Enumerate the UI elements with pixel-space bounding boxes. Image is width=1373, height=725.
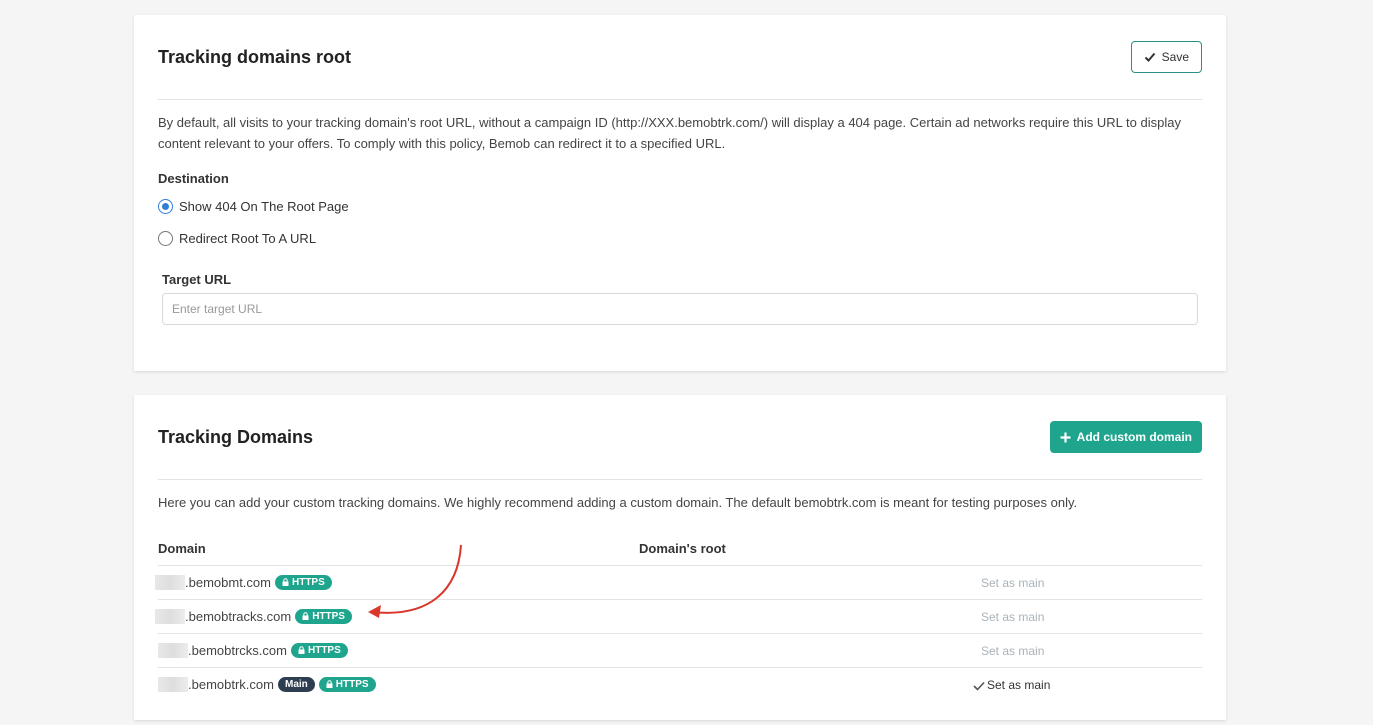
save-button[interactable]: Save [1130, 41, 1202, 73]
radio-redirect-root-label: Redirect Root To A URL [179, 230, 317, 246]
lock-icon [326, 680, 333, 689]
column-header-domain: Domain [158, 533, 639, 566]
https-badge: HTTPS [274, 574, 332, 590]
tracking-domains-header: Tracking Domains Add custom domain [158, 395, 1202, 480]
set-as-main-link[interactable]: Set as main [981, 644, 1044, 658]
tracking-domains-title: Tracking Domains [158, 426, 314, 447]
add-custom-domain-label: Add custom domain [1076, 430, 1192, 444]
lock-icon [302, 612, 309, 620]
tracking-root-title: Tracking domains root [158, 46, 352, 67]
check-icon [1144, 52, 1155, 62]
domain-root-cell [639, 633, 981, 668]
table-header-row: Domain Domain's root [158, 533, 1202, 566]
column-header-actions [981, 533, 1202, 566]
main-badge-label: Main [284, 678, 308, 690]
destination-label: Destination [158, 171, 229, 186]
tracking-root-card: Tracking domains root Save By default, a… [134, 15, 1226, 371]
redacted-subdomain [155, 608, 185, 624]
https-badge: HTTPS [318, 676, 376, 692]
column-header-domain-root: Domain's root [639, 533, 981, 566]
https-badge-label: HTTPS [307, 644, 341, 656]
main-domain-indicator: Set as main [973, 678, 1050, 692]
domains-table: Domain Domain's root .bemobmt.com HTTPS [155, 533, 1202, 701]
domain-name: .bemobtracks.com [185, 608, 292, 624]
target-url-label: Target URL [162, 272, 232, 287]
redacted-subdomain [158, 642, 188, 658]
lock-icon [282, 578, 289, 586]
target-url-input[interactable] [162, 293, 1198, 325]
tracking-domains-card: Tracking Domains Add custom domain Here … [134, 395, 1226, 720]
radio-show-404-label: Show 404 On The Root Page [179, 198, 349, 214]
domain-root-cell [639, 667, 981, 701]
https-badge: HTTPS [290, 642, 348, 658]
domain-name: .bemobtrk.com [188, 676, 274, 692]
https-badge-label: HTTPS [291, 576, 325, 588]
table-row: .bemobmt.com HTTPS Set as main [155, 565, 1202, 600]
tracking-root-description: By default, all visits to your tracking … [158, 115, 1181, 151]
domain-name: .bemobmt.com [185, 574, 271, 590]
domain-root-cell [639, 565, 981, 600]
https-badge: HTTPS [295, 608, 352, 624]
tracking-root-header: Tracking domains root Save [158, 15, 1202, 100]
save-button-label: Save [1161, 50, 1189, 64]
table-row: .bemobtrcks.com HTTPS Set as main [158, 633, 1202, 668]
set-as-main-link[interactable]: Set as main [981, 610, 1044, 624]
redacted-subdomain [155, 574, 185, 590]
https-badge-label: HTTPS [335, 678, 369, 690]
main-badge: Main [277, 676, 315, 692]
lock-icon [298, 646, 305, 654]
https-badge-label: HTTPS [312, 610, 345, 622]
radio-indicator-checked[interactable] [158, 198, 173, 214]
radio-redirect-root[interactable]: Redirect Root To A URL [158, 228, 1202, 248]
radio-indicator[interactable] [158, 230, 173, 246]
set-as-main-label: Set as main [987, 677, 1051, 692]
table-row: .bemobtracks.com HTTPS Set as main [155, 599, 1202, 634]
domain-root-cell [639, 599, 981, 634]
redacted-subdomain [158, 676, 188, 692]
add-custom-domain-button[interactable]: Add custom domain [1049, 421, 1202, 453]
tracking-domains-description: Here you can add your custom tracking do… [158, 495, 1078, 510]
check-icon [973, 681, 985, 691]
set-as-main-link[interactable]: Set as main [981, 576, 1044, 590]
radio-show-404[interactable]: Show 404 On The Root Page [158, 196, 1202, 216]
plus-icon [1060, 432, 1071, 442]
table-row: .bemobtrk.com Main HTTPS Set as main [158, 667, 1202, 701]
domain-name: .bemobtrcks.com [188, 642, 287, 658]
